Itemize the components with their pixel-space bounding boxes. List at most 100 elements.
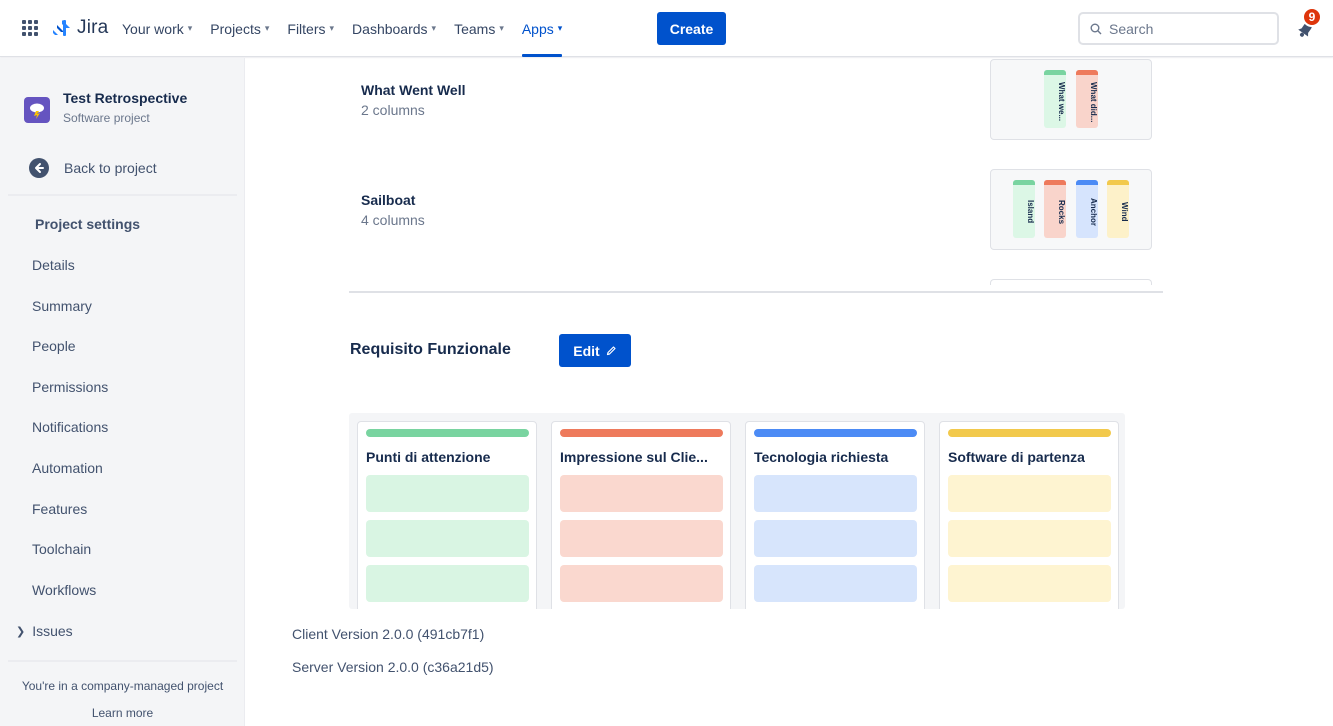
create-button[interactable]: Create: [657, 12, 726, 45]
card-placeholder: [366, 475, 529, 512]
card-placeholder: [948, 565, 1111, 602]
template-preview[interactable]: Island Rocks Anchor Wind: [990, 169, 1152, 250]
card-placeholder: [560, 565, 723, 602]
card-placeholder: [754, 475, 917, 512]
client-version: Client Version 2.0.0 (491cb7f1): [292, 626, 485, 642]
nav-dashboards-label: Dashboards: [352, 20, 428, 37]
template-column-count: 4 columns: [361, 212, 425, 228]
preview-column-label: What we...: [1057, 82, 1066, 122]
sidebar-item-people[interactable]: People: [32, 338, 76, 354]
nav-your-work[interactable]: Your work ▾: [122, 0, 192, 57]
sidebar-item-notifications[interactable]: Notifications: [32, 419, 108, 435]
nav-projects-label: Projects: [210, 20, 261, 37]
sidebar-divider: [8, 194, 237, 196]
sidebar-item-workflows[interactable]: Workflows: [32, 582, 96, 598]
preview-column: What we...: [1044, 70, 1066, 128]
project-type: Software project: [63, 111, 150, 125]
chevron-down-icon: ▾: [557, 23, 563, 33]
preview-column: Island: [1013, 180, 1035, 238]
back-to-project-label: Back to project: [64, 160, 157, 176]
nav-teams[interactable]: Teams ▾: [454, 0, 504, 57]
project-header[interactable]: Test Retrospective Software project: [24, 90, 187, 125]
nav-apps[interactable]: Apps ▾: [521, 0, 563, 57]
preview-column: What did...: [1076, 70, 1098, 128]
nav-teams-label: Teams: [454, 20, 496, 37]
template-preview[interactable]: What we... What did...: [990, 59, 1152, 140]
jira-logo-text: Jira: [77, 17, 109, 38]
board-column: Software di partenza: [939, 421, 1119, 609]
sidebar-item-issues[interactable]: ❯ Issues: [16, 623, 73, 639]
card-placeholder: [560, 520, 723, 557]
board-title: Requisito Funzionale: [350, 341, 511, 358]
card-placeholder: [754, 565, 917, 602]
board-column: Tecnologia richiesta: [745, 421, 925, 609]
sidebar-item-issues-label: Issues: [32, 623, 73, 639]
edit-button[interactable]: Edit: [559, 334, 631, 367]
jira-logo[interactable]: Jira: [52, 16, 108, 40]
template-title[interactable]: What Went Well: [361, 82, 465, 98]
preview-column: Anchor: [1076, 180, 1098, 238]
card-placeholder: [754, 520, 917, 557]
sidebar-item-permissions[interactable]: Permissions: [32, 379, 108, 395]
sidebar-item-automation[interactable]: Automation: [32, 460, 103, 476]
project-settings-heading: Project settings: [35, 216, 141, 232]
nav-apps-label: Apps: [521, 20, 554, 37]
notification-count-badge: 9: [1302, 7, 1322, 27]
nav-filters[interactable]: Filters ▾: [287, 0, 334, 57]
chevron-down-icon: ▾: [187, 23, 193, 33]
search-input[interactable]: Search: [1078, 12, 1279, 45]
sidebar-item-details[interactable]: Details: [32, 257, 75, 273]
preview-column: Wind: [1107, 180, 1129, 238]
preview-column-label: What did...: [1089, 81, 1098, 123]
section-divider: [349, 291, 1163, 293]
column-name: Impressione sul Clie...: [560, 449, 708, 465]
nav-your-work-label: Your work: [122, 20, 184, 37]
column-name: Software di partenza: [948, 449, 1085, 465]
column-name: Tecnologia richiesta: [754, 449, 889, 465]
nav-menu: Your work ▾ Projects ▾ Filters ▾ Dashboards…: [122, 0, 580, 57]
chevron-down-icon: ▾: [329, 23, 335, 33]
column-color-bar: [948, 429, 1111, 437]
card-placeholder: [560, 475, 723, 512]
nav-filters-label: Filters: [287, 20, 326, 37]
nav-projects[interactable]: Projects ▾: [210, 0, 269, 57]
sidebar-item-summary[interactable]: Summary: [32, 298, 92, 314]
arrow-left-icon: [29, 158, 49, 178]
template-title[interactable]: Sailboat: [361, 192, 415, 208]
chevron-right-icon: ❯: [16, 625, 26, 638]
project-sidebar: Test Retrospective Software project Back…: [0, 58, 245, 726]
search-icon: [1090, 23, 1102, 34]
board-preview: Punti di attenzione Impressione sul Clie…: [349, 413, 1125, 609]
card-placeholder: [948, 475, 1111, 512]
server-version: Server Version 2.0.0 (c36a21d5): [292, 659, 494, 675]
column-color-bar: [560, 429, 723, 437]
sidebar-item-toolchain[interactable]: Toolchain: [32, 541, 91, 557]
search-placeholder: Search: [1109, 20, 1154, 37]
template-column-count: 2 columns: [361, 102, 425, 118]
project-avatar: [24, 97, 50, 123]
app-switcher-icon[interactable]: [22, 20, 38, 36]
board-column: Punti di attenzione: [357, 421, 537, 609]
chevron-down-icon: ▾: [499, 23, 504, 33]
company-managed-note: You're in a company-managed project: [21, 679, 224, 693]
board-column: Impressione sul Clie...: [551, 421, 731, 609]
column-color-bar: [754, 429, 917, 437]
preview-column-label: Rocks: [1057, 199, 1066, 224]
preview-column-label: Wind: [1120, 202, 1129, 222]
nav-dashboards[interactable]: Dashboards ▾: [352, 0, 436, 57]
back-to-project-link[interactable]: Back to project: [29, 158, 157, 178]
sidebar-item-features[interactable]: Features: [32, 501, 87, 517]
template-preview-partial: [990, 279, 1152, 285]
cloud-lightning-icon: [30, 103, 44, 119]
preview-column-label: Anchor: [1089, 198, 1098, 226]
project-name: Test Retrospective: [63, 90, 188, 106]
preview-column: Rocks: [1044, 180, 1066, 238]
learn-more-link[interactable]: Learn more: [0, 706, 245, 720]
card-placeholder: [366, 520, 529, 557]
column-color-bar: [366, 429, 529, 437]
edit-button-label: Edit: [573, 342, 600, 359]
chevron-down-icon: ▾: [431, 23, 437, 33]
jira-logo-icon: [53, 20, 70, 36]
card-placeholder: [366, 565, 529, 602]
pencil-icon: [606, 346, 616, 356]
